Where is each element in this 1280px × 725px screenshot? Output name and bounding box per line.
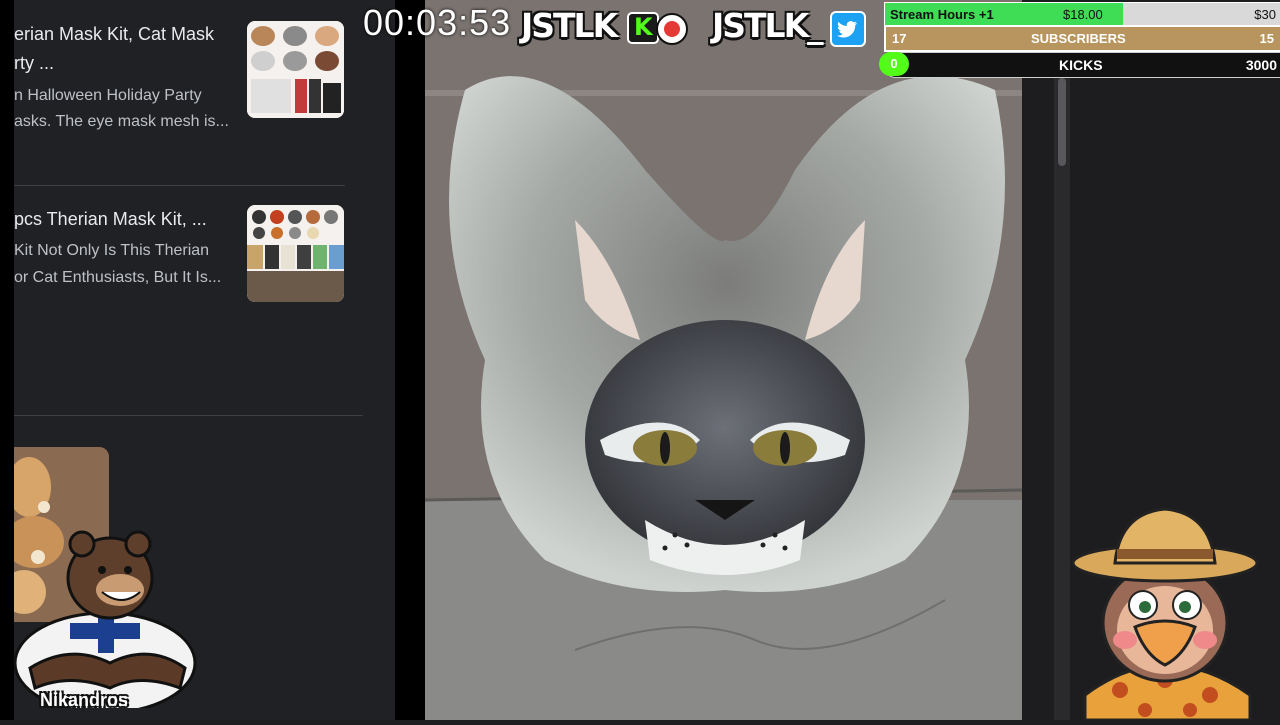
- kick-icon: K: [627, 12, 659, 44]
- subscribers-current: 17: [892, 31, 907, 46]
- result-description-line2: asks. The eye mask mesh is...: [14, 113, 229, 130]
- result-description-line2: or Cat Enthusiasts, But It Is...: [14, 269, 222, 286]
- kick-icon-letter: K: [634, 13, 653, 41]
- cat-mask-photo: [425, 0, 1023, 720]
- result-title-line2[interactable]: rty ...: [14, 49, 54, 77]
- result-thumbnail[interactable]: [247, 205, 344, 302]
- window-gap: [395, 0, 425, 720]
- result-divider: [14, 185, 345, 186]
- scrollbar-thumb[interactable]: [1058, 78, 1066, 166]
- stream-timer: 00:03:53: [363, 2, 512, 43]
- stream-hours-current: $18.00: [1063, 7, 1103, 22]
- bear-avatar: [10, 528, 200, 715]
- section-divider: [14, 415, 363, 416]
- result-title-line1[interactable]: pcs Therian Mask Kit, ...: [14, 205, 207, 233]
- kicks-current: 0: [890, 56, 898, 71]
- kicks-progress: 0: [879, 52, 909, 76]
- search-result-card[interactable]: pcs Therian Mask Kit, ... Kit Not Only I…: [14, 205, 359, 305]
- stream-hours-label: Stream Hours +1: [890, 7, 994, 22]
- result-thumbnail[interactable]: [247, 21, 344, 118]
- result-description-line1: Kit Not Only Is This Therian: [14, 242, 210, 259]
- kicks-label: KICKS: [1059, 57, 1103, 73]
- twitter-handle: JSTLK_: [712, 6, 824, 45]
- result-title-line1[interactable]: erian Mask Kit, Cat Mask: [14, 20, 214, 48]
- subscribers-target: 15: [1259, 31, 1274, 46]
- twitter-icon: [830, 11, 866, 47]
- stream-hours-target: $30: [1254, 7, 1276, 22]
- kick-handle: JSTLK: [521, 6, 618, 45]
- search-result-card[interactable]: erian Mask Kit, Cat Mask rty ... n Hallo…: [14, 20, 359, 130]
- result-description-line1: n Halloween Holiday Party: [14, 87, 202, 104]
- kicks-goal: 0 KICKS 3000: [879, 52, 1280, 78]
- youtube-icon: [656, 13, 688, 45]
- explorer-bird-avatar: [1065, 505, 1265, 725]
- subscribers-label: SUBSCRIBERS: [1031, 31, 1126, 46]
- kicks-target: 3000: [1245, 57, 1277, 73]
- avatar-name-tag: Nikandros: [40, 690, 129, 710]
- subscribers-goal: 17 SUBSCRIBERS 15: [884, 25, 1280, 52]
